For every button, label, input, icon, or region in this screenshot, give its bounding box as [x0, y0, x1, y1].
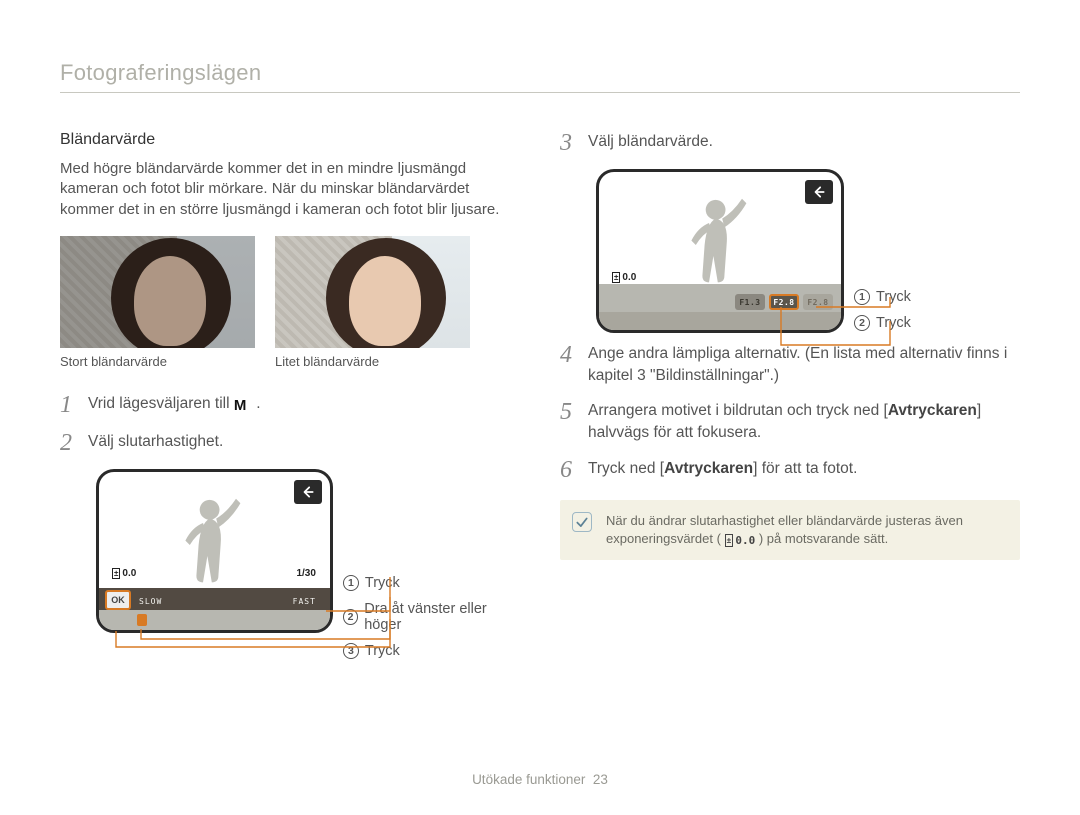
step-5-b: Avtryckaren: [888, 402, 977, 419]
step-6: 6 Tryck ned [Avtryckaren] för att ta fot…: [560, 458, 1020, 482]
step-number-3: 3: [560, 131, 588, 155]
step-number-5: 5: [560, 400, 588, 424]
step-5-a: Arrangera motivet i bildrutan och tryck …: [588, 402, 888, 419]
footer-label: Utökade funktioner: [472, 772, 585, 787]
example-photo-row: Stort bländarvärde Litet bländarvärde: [60, 236, 520, 369]
left-column: Bländarvärde Med högre bländarvärde komm…: [60, 131, 520, 669]
caption-large-aperture: Stort bländarvärde: [60, 354, 255, 369]
step-3: 3 Välj bländarvärde.: [560, 131, 1020, 155]
aperture-heading: Bländarvärde: [60, 131, 520, 149]
step-number-1: 1: [60, 393, 88, 417]
step-6-a: Tryck ned [: [588, 460, 664, 477]
note-box: När du ändrar slutarhastighet eller blän…: [560, 500, 1020, 560]
step-5: 5 Arrangera motivet i bildrutan och tryc…: [560, 400, 1020, 443]
step-1: 1 Vrid lägesväljaren till .: [60, 393, 520, 417]
mode-dial-m-icon: [234, 395, 252, 411]
step-1-text-a: Vrid lägesväljaren till: [88, 395, 234, 412]
note-text-b: ) på motsvarande sätt.: [759, 531, 888, 546]
callout-lines-2: [596, 169, 916, 359]
page-footer: Utökade funktioner 23: [0, 772, 1080, 787]
example-photo-small-aperture: [275, 236, 470, 348]
example-photo-large-aperture: [60, 236, 255, 348]
step-3-text: Välj bländarvärde.: [588, 131, 713, 153]
callout-lines-1: [96, 469, 416, 659]
ev-inline-icon: ±0.0: [725, 533, 756, 548]
right-column: 3 Välj bländarvärde. ±0.0 F1.3 F2.8 F2.8: [560, 131, 1020, 669]
step-number-4: 4: [560, 343, 588, 367]
step-6-b: Avtryckaren: [664, 460, 753, 477]
note-icon: [572, 512, 592, 532]
step-6-c: ] för att ta fotot.: [753, 460, 857, 477]
step-1-text-b: .: [256, 395, 260, 412]
step-2-text: Välj slutarhastighet.: [88, 431, 223, 453]
footer-page-number: 23: [593, 772, 608, 787]
caption-small-aperture: Litet bländarvärde: [275, 354, 470, 369]
section-title: Fotograferingslägen: [60, 60, 1020, 93]
aperture-paragraph: Med högre bländarvärde kommer det in en …: [60, 159, 520, 220]
step-number-6: 6: [560, 458, 588, 482]
step-2: 2 Välj slutarhastighet.: [60, 431, 520, 455]
step-number-2: 2: [60, 431, 88, 455]
